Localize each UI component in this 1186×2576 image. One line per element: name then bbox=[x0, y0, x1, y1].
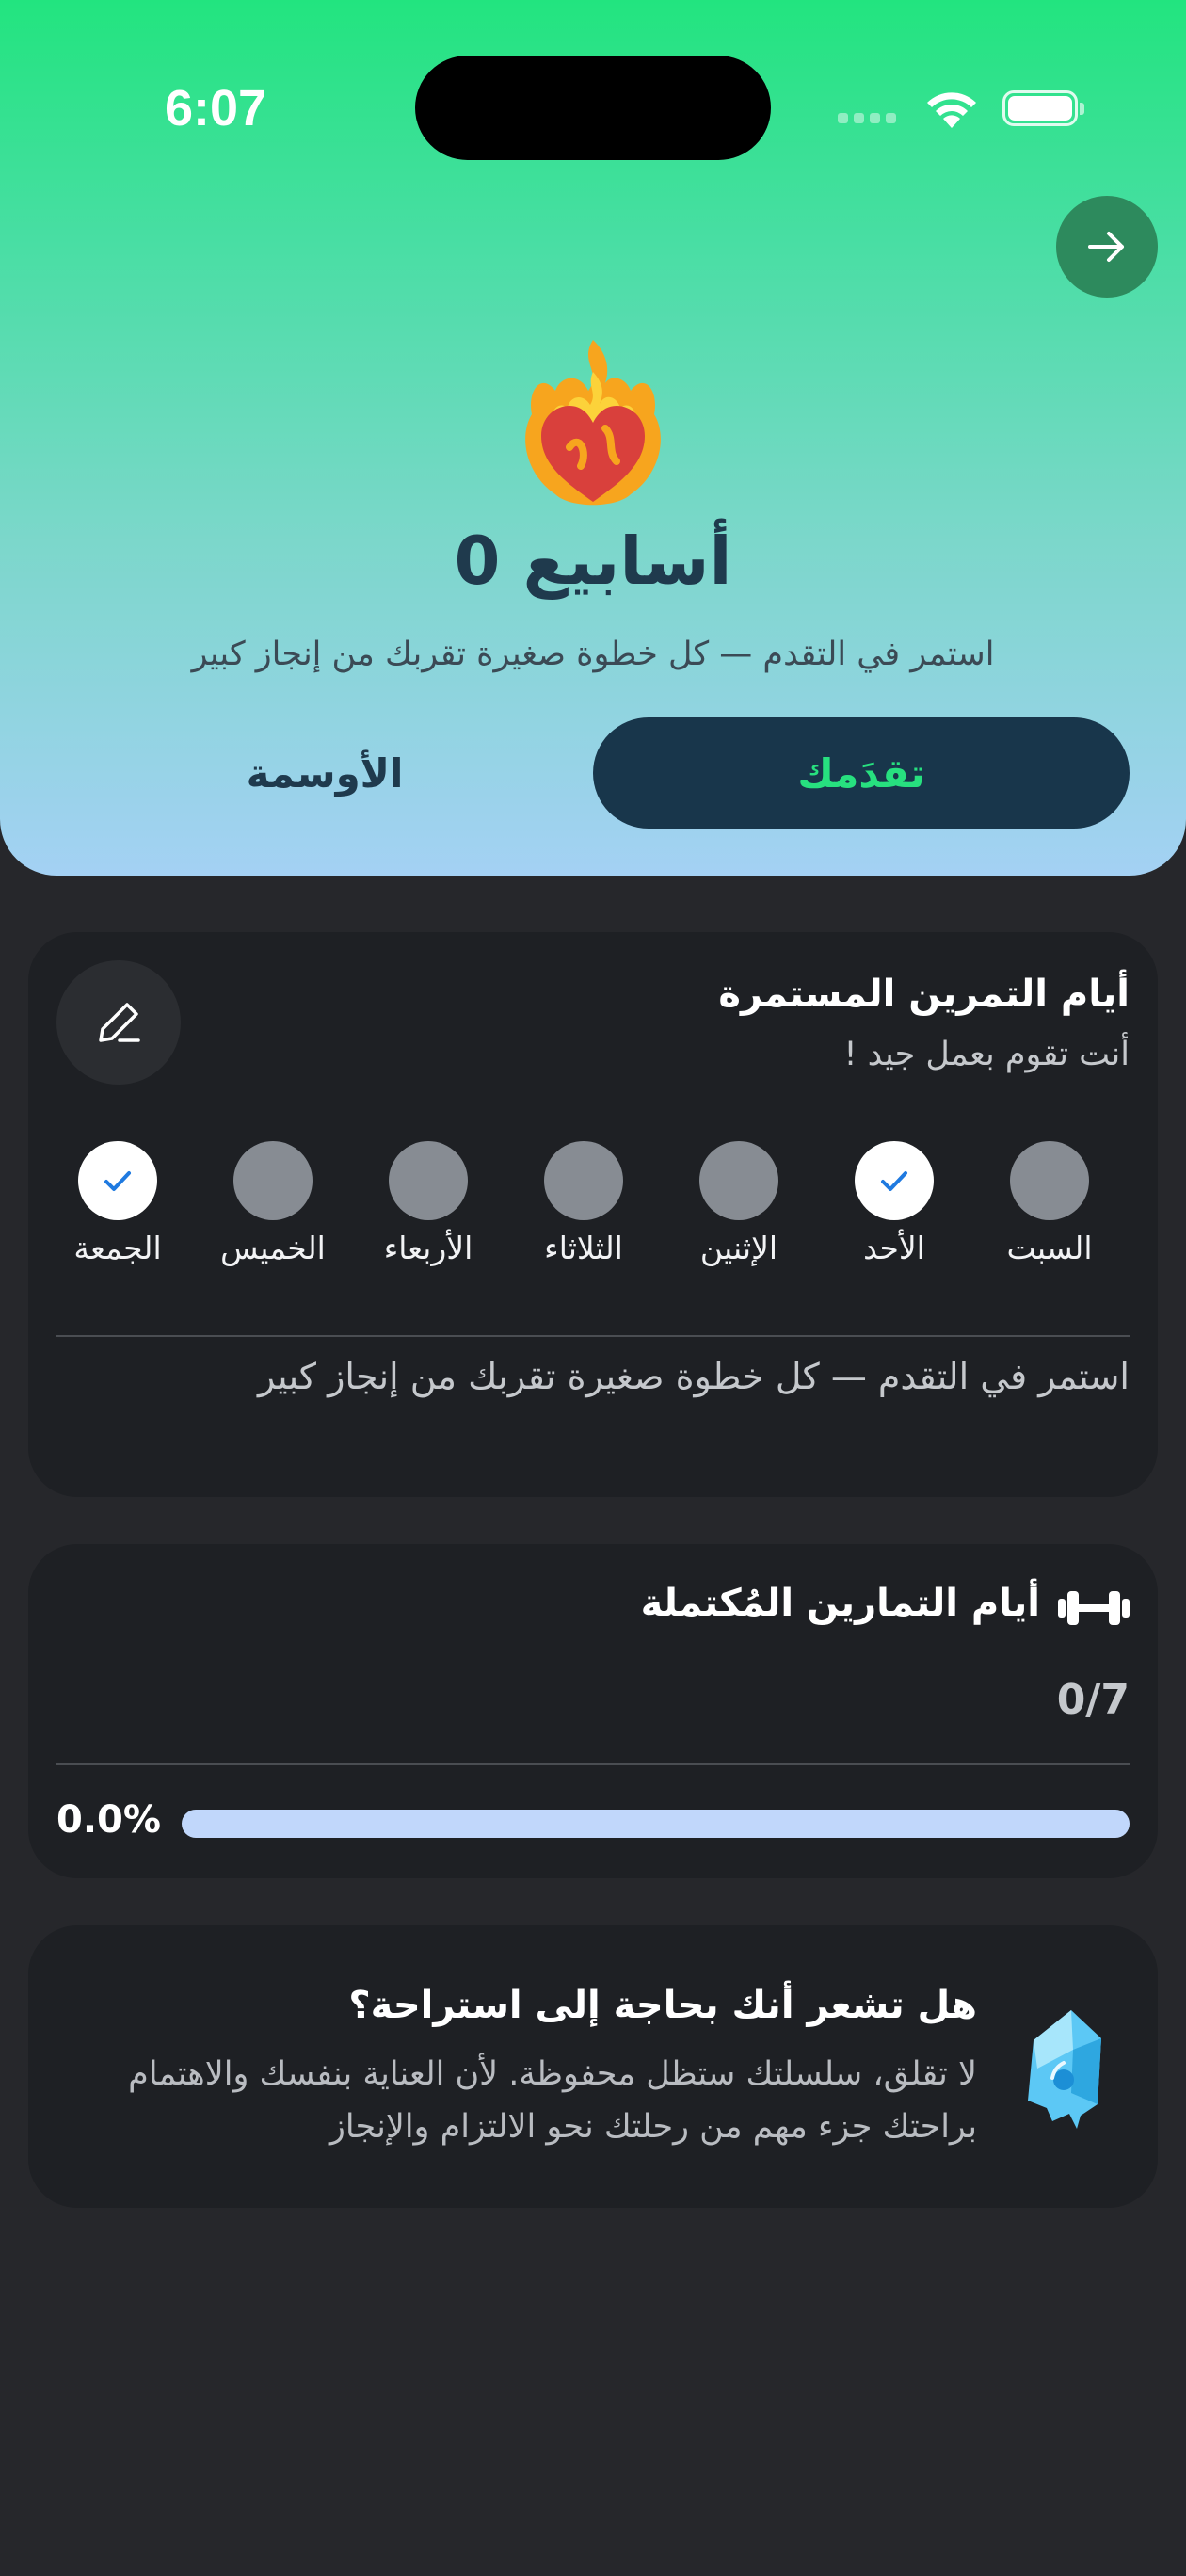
day-label: الثلاثاء bbox=[544, 1230, 623, 1266]
streak-subtitle: استمر في التقدم — كل خطوة صغيرة تقربك من… bbox=[191, 636, 995, 673]
cellular-signal-icon bbox=[838, 113, 896, 123]
day-status-dot bbox=[1010, 1141, 1089, 1220]
heart-on-fire-icon bbox=[525, 340, 661, 506]
completed-count: 0/7 bbox=[1056, 1676, 1130, 1724]
streak-card-subtitle: أنت تقوم بعمل جيد ! bbox=[843, 1036, 1130, 1073]
battery-icon bbox=[1002, 90, 1084, 126]
day-sunday[interactable]: الأحد bbox=[824, 1141, 965, 1266]
day-status-dot bbox=[78, 1141, 157, 1220]
tab-badges[interactable]: الأوسمة bbox=[56, 717, 593, 829]
day-status-dot bbox=[699, 1141, 778, 1220]
checkmark-icon bbox=[881, 1171, 907, 1191]
day-status-dot bbox=[233, 1141, 313, 1220]
day-status-dot bbox=[855, 1141, 934, 1220]
day-friday[interactable]: الجمعة bbox=[47, 1141, 188, 1266]
checkmark-icon bbox=[104, 1171, 131, 1191]
day-thursday[interactable]: الخميس bbox=[202, 1141, 344, 1266]
status-time: 6:07 bbox=[165, 80, 267, 137]
rest-card-title: هل تشعر أنك بحاجة إلى استراحة؟ bbox=[348, 1984, 977, 2027]
day-label: الخميس bbox=[220, 1230, 326, 1266]
arrow-right-icon bbox=[1088, 232, 1124, 262]
wifi-icon bbox=[927, 92, 976, 128]
day-label: السبت bbox=[1006, 1230, 1093, 1266]
streak-card-motto: استمر في التقدم — كل خطوة صغيرة تقربك من… bbox=[258, 1356, 1130, 1397]
day-tuesday[interactable]: الثلاثاء bbox=[513, 1141, 654, 1266]
day-label: الجمعة bbox=[73, 1230, 162, 1266]
streak-card-title: أيام التمرين المستمرة bbox=[718, 973, 1130, 1016]
back-button[interactable] bbox=[1056, 196, 1158, 298]
day-status-dot bbox=[544, 1141, 623, 1220]
day-monday[interactable]: الإثنين bbox=[668, 1141, 809, 1266]
divider bbox=[56, 1335, 1130, 1337]
divider bbox=[56, 1763, 1130, 1765]
dumbbell-icon bbox=[1058, 1591, 1130, 1625]
ice-cube-icon bbox=[1028, 2010, 1101, 2129]
day-label: الأحد bbox=[863, 1230, 925, 1266]
streak-title: 0 أسابيع bbox=[454, 523, 732, 600]
progress-header: 6:07 0 أسابيع استمر في التقدم — كل خطوة … bbox=[0, 0, 1186, 876]
day-label: الإثنين bbox=[699, 1230, 778, 1266]
edit-days-button[interactable] bbox=[56, 960, 181, 1085]
day-status-dot bbox=[389, 1141, 468, 1220]
streak-days-card: أيام التمرين المستمرة أنت تقوم بعمل جيد … bbox=[28, 932, 1158, 1497]
day-label: الأربعاء bbox=[383, 1230, 473, 1266]
pencil-icon bbox=[99, 1003, 140, 1042]
rest-card-body: لا تقلق، سلسلتك ستظل محفوظة. لأن العناية… bbox=[128, 2055, 977, 2146]
status-icons bbox=[838, 87, 1092, 128]
completed-days-card: أيام التمارين المُكتملة 0/7 0.0% bbox=[28, 1544, 1158, 1878]
completed-percent: 0.0% bbox=[56, 1798, 161, 1842]
completed-card-title: أيام التمارين المُكتملة bbox=[640, 1582, 1040, 1625]
dynamic-island bbox=[415, 56, 771, 160]
day-saturday[interactable]: السبت bbox=[979, 1141, 1120, 1266]
completion-progress-bar bbox=[182, 1810, 1130, 1838]
rest-card[interactable]: هل تشعر أنك بحاجة إلى استراحة؟ لا تقلق، … bbox=[28, 1925, 1158, 2208]
day-wednesday[interactable]: الأربعاء bbox=[358, 1141, 499, 1266]
tab-progress[interactable]: تقدَمك bbox=[593, 717, 1130, 829]
